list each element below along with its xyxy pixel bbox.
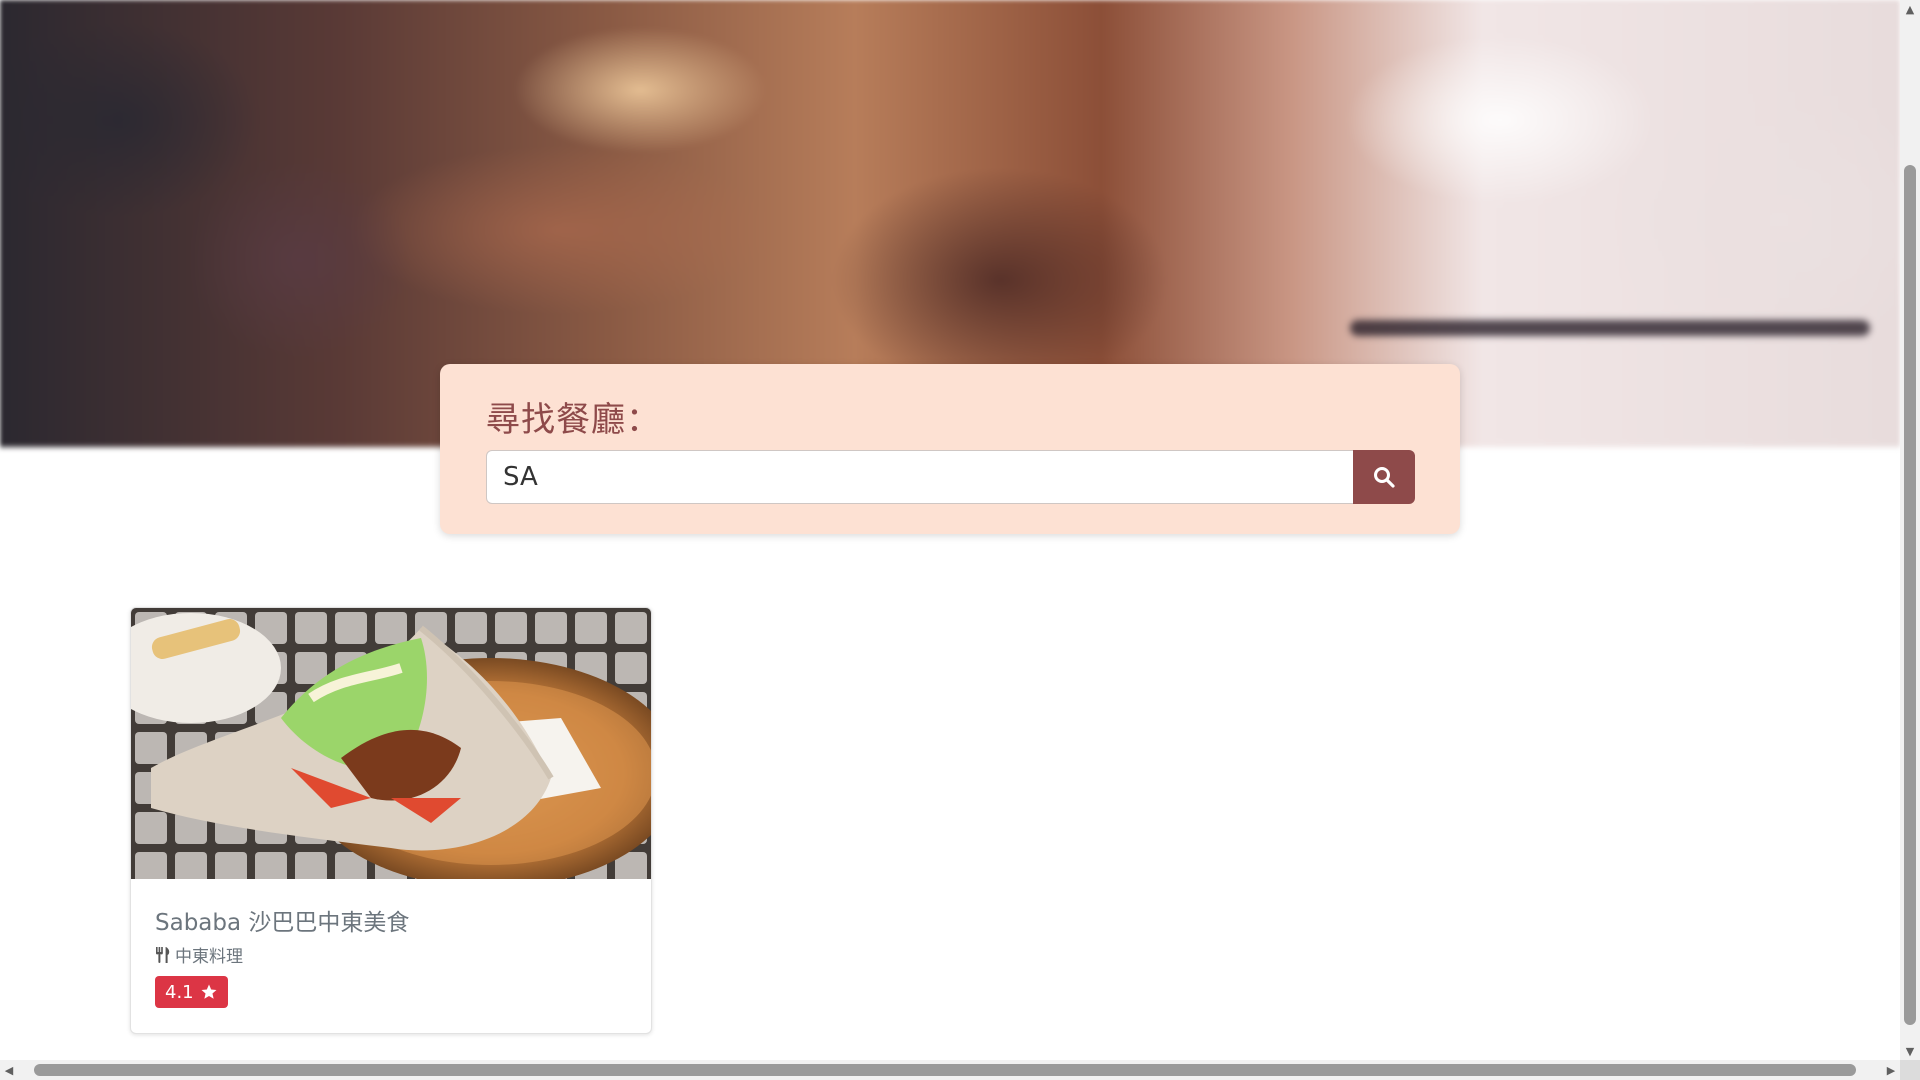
scroll-up-arrow-icon[interactable]: ▲: [1900, 0, 1920, 18]
search-title: 尋找餐廳：: [486, 400, 661, 440]
page: 尋找餐廳： SA Sababa 沙巴巴中東美食 中東料理 4.1: [0, 0, 1900, 1060]
vertical-scrollbar[interactable]: ▲ ▼: [1900, 0, 1920, 1060]
scroll-down-arrow-icon[interactable]: ▼: [1900, 1042, 1920, 1060]
restaurant-category: 中東料理: [155, 942, 243, 967]
restaurant-photo[interactable]: [131, 608, 651, 879]
horizontal-scroll-thumb[interactable]: [34, 1064, 1856, 1076]
restaurant-category-label: 中東料理: [175, 947, 243, 967]
star-icon: [201, 984, 217, 999]
search-button[interactable]: [1353, 450, 1415, 504]
rating-badge: 4.1: [155, 976, 228, 1008]
hero-decoration: [1350, 320, 1870, 336]
vertical-scroll-thumb[interactable]: [1904, 165, 1916, 1025]
utensils-icon: [156, 946, 170, 963]
restaurant-name[interactable]: Sababa 沙巴巴中東美食: [155, 903, 409, 937]
scroll-right-arrow-icon[interactable]: ▶: [1882, 1060, 1900, 1080]
search-input[interactable]: [486, 450, 1354, 504]
restaurant-card[interactable]: Sababa 沙巴巴中東美食 中東料理 4.1: [130, 607, 652, 1034]
rating-value: 4.1: [165, 981, 194, 1003]
horizontal-scrollbar[interactable]: ◀ ▶: [0, 1060, 1900, 1080]
scroll-left-arrow-icon[interactable]: ◀: [0, 1060, 18, 1080]
scrollbar-corner: [1900, 1060, 1920, 1080]
search-icon: [1374, 467, 1395, 488]
search-panel: 尋找餐廳：: [440, 364, 1460, 534]
